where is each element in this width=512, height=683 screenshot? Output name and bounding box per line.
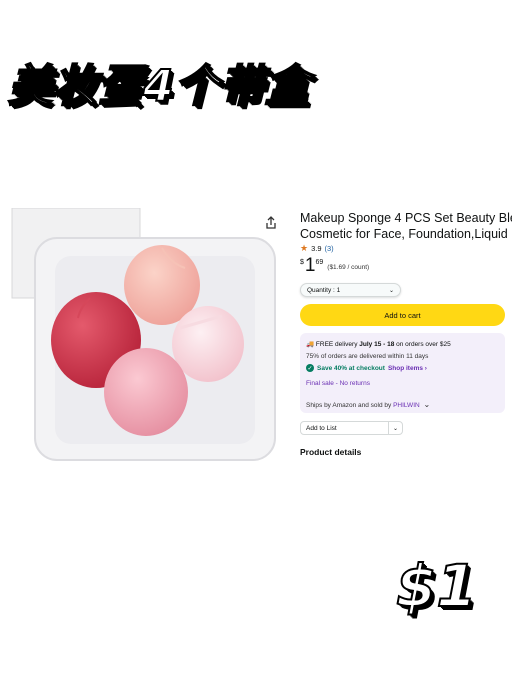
product-title[interactable]: Makeup Sponge 4 PCS Set Beauty Blen Cosm… <box>300 210 512 242</box>
truck-icon: 🚚 <box>306 341 315 348</box>
overlay-price-text: $1 <box>395 551 478 621</box>
quantity-label: Quantity : 1 <box>307 286 341 294</box>
delivery-line: 🚚 FREE delivery July 15 - 18 on orders o… <box>306 340 451 348</box>
price: $ 1 69 ($1.69 / count) <box>300 256 369 276</box>
savings-row: ✓ Save 40% at checkout Shop items › <box>306 364 427 372</box>
ships-sold-row[interactable]: Ships by Amazon and sold by PHILWIN ⌄ <box>306 400 430 409</box>
add-to-list-label: Add to List <box>306 425 337 432</box>
product-image <box>11 208 276 461</box>
delivery-free-label: FREE delivery <box>315 341 360 348</box>
price-fraction: 69 <box>315 259 324 266</box>
seller-link[interactable]: PHILWIN <box>393 402 420 409</box>
headline-text: 美妆蛋4个带盒 <box>7 60 310 113</box>
price-whole: 1 <box>304 255 316 276</box>
product-details-heading[interactable]: Product details <box>300 447 361 457</box>
divider <box>388 422 389 434</box>
check-circle-icon: ✓ <box>306 364 314 372</box>
chevron-down-icon[interactable]: ⌄ <box>393 425 398 432</box>
star-icon: ★ <box>300 243 309 253</box>
delivery-percent-note: 75% of orders are delivered within 11 da… <box>306 353 429 360</box>
delivery-dates: July 15 - 18 <box>359 341 395 348</box>
unit-price: ($1.69 / count) <box>327 264 370 271</box>
final-sale-link[interactable]: Final sale - No returns <box>306 380 370 387</box>
share-icon[interactable] <box>264 216 278 230</box>
chevron-down-icon: ⌄ <box>423 400 431 409</box>
shop-items-link[interactable]: Shop items › <box>388 365 427 372</box>
savings-text: Save 40% at checkout <box>317 364 385 372</box>
delivery-threshold: on orders over $25 <box>394 341 451 348</box>
ships-by-label: Ships by Amazon and sold by <box>306 402 394 409</box>
add-to-list-button[interactable]: Add to List ⌄ <box>300 421 403 435</box>
chevron-down-icon: ⌄ <box>388 288 394 294</box>
price-currency: $ <box>300 259 304 266</box>
product-title-line-2: Cosmetic for Face, Foundation,Liquid <box>300 227 508 241</box>
add-to-cart-button[interactable]: Add to cart <box>300 304 505 326</box>
rating-value: 3.9 <box>311 244 322 253</box>
delivery-panel: 🚚 FREE delivery July 15 - 18 on orders o… <box>300 333 505 413</box>
rating-row[interactable]: ★ 3.9 (3) <box>300 243 334 254</box>
rating-count-link[interactable]: (3) <box>325 244 334 253</box>
product-title-line-1: Makeup Sponge 4 PCS Set Beauty Blen <box>300 211 512 225</box>
quantity-select[interactable]: Quantity : 1 ⌄ <box>300 283 401 297</box>
